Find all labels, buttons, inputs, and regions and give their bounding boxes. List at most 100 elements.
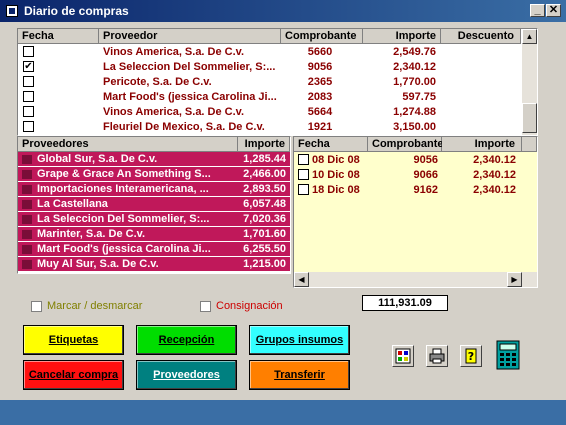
detail-importe: 2,340.12 (473, 184, 516, 196)
row-comprobante: 9056 (307, 61, 333, 73)
marcar-label[interactable]: Marcar / desmarcar (47, 300, 142, 312)
supplier-name: La Seleccion Del Sommelier, S:... (37, 213, 210, 225)
supplier-marker (22, 185, 32, 194)
supplier-importe: 6,057.48 (243, 198, 286, 210)
detail-checkbox[interactable] (298, 169, 309, 180)
row-proveedor: Pericote, S.a. De C.v. (103, 76, 212, 88)
supplier-row[interactable]: La Seleccion Del Sommelier, S:... 7,020.3… (18, 212, 290, 227)
col-proveedores-header[interactable]: Proveedores (18, 137, 238, 152)
detail-comprobante: 9162 (413, 184, 438, 196)
detail-fecha: 08 Dic 08 (312, 154, 360, 166)
detail-importe: 2,340.12 (473, 169, 516, 181)
marcar-checkbox[interactable] (31, 301, 42, 312)
etiquetas-button[interactable]: Etiquetas (23, 325, 124, 355)
row-comprobante: 5664 (307, 106, 333, 118)
row-importe: 2,549.76 (393, 46, 436, 58)
row-checkbox[interactable] (23, 91, 34, 102)
row-checkbox[interactable] (23, 121, 34, 132)
row-comprobante: 1921 (307, 121, 333, 133)
purchases-table: Fecha Proveedor Comprobante Importe Desc… (17, 28, 538, 136)
supplier-marker (22, 260, 32, 269)
row-proveedor: Vinos America, S.a. De C.v. (103, 106, 245, 118)
row-comprobante: 2365 (307, 76, 333, 88)
supplier-marker (22, 155, 32, 164)
detail-checkbox[interactable] (298, 184, 309, 195)
svg-text:?: ? (468, 350, 474, 363)
report-icon[interactable] (392, 345, 414, 367)
app-icon (6, 5, 18, 17)
recepcion-button[interactable]: Recepción (136, 325, 237, 355)
supplier-row[interactable]: Importaciones Interamericana, ... 2,893.5… (18, 182, 290, 197)
table-row[interactable]: Vinos America, S.a. De C.v. 5664 1,274.88 (18, 104, 537, 120)
scroll-up-icon[interactable]: ▲ (522, 29, 537, 44)
table-row[interactable]: Mart Food's (jessica Carolina Ji... 2083 5… (18, 89, 537, 105)
cancelar-compra-button[interactable]: Cancelar compra (23, 360, 124, 390)
col-detail-filler (522, 137, 537, 152)
printer-icon[interactable] (426, 345, 448, 367)
detail-importe: 2,340.12 (473, 154, 516, 166)
col-comprobante-header[interactable]: Comprobante (281, 29, 363, 44)
help-icon[interactable]: ? (460, 345, 482, 367)
row-comprobante: 2083 (307, 91, 333, 103)
detail-row[interactable]: 18 Dic 08 9162 2,340.12 (294, 182, 537, 198)
supplier-importe: 1,215.00 (243, 258, 286, 270)
window-title: Diario de compras (24, 4, 129, 18)
supplier-row[interactable]: Grape & Grace An Something S... 2,466.00 (18, 167, 290, 182)
detail-row[interactable]: 10 Dic 08 9066 2,340.12 (294, 167, 537, 183)
calculator-icon[interactable] (496, 340, 520, 370)
col-supplier-importe-header[interactable]: Importe (238, 137, 290, 152)
col-proveedor-header[interactable]: Proveedor (99, 29, 281, 44)
supplier-name: Muy Al Sur, S.a. De C.v. (37, 258, 159, 270)
supplier-row[interactable]: Muy Al Sur, S.a. De C.v. 1,215.00 (18, 257, 290, 272)
supplier-row[interactable]: Mart Food's (jessica Carolina Ji... 6,255… (18, 242, 290, 257)
col-fecha-header[interactable]: Fecha (18, 29, 99, 44)
row-proveedor: Fleuriel De Mexico, S.a. De C.v. (103, 121, 265, 133)
row-checkbox[interactable] (23, 106, 34, 117)
detail-row[interactable]: 08 Dic 08 9056 2,340.12 (294, 152, 537, 168)
detail-fecha: 10 Dic 08 (312, 169, 360, 181)
col-importe-header[interactable]: Importe (363, 29, 441, 44)
details-hscrollbar[interactable]: ◀ ▶ (294, 272, 537, 287)
supplier-name: Grape & Grace An Something S... (37, 168, 211, 180)
consignacion-checkbox[interactable] (200, 301, 211, 312)
supplier-name: Marinter, S.a. De C.v. (37, 228, 146, 240)
supplier-row[interactable]: La Castellana 6,057.48 (18, 197, 290, 212)
scroll-thumb[interactable] (522, 103, 537, 133)
row-importe: 597.75 (402, 91, 436, 103)
col-descuento-header[interactable]: Descuento (441, 29, 521, 44)
proveedores-button[interactable]: Proveedores (136, 360, 237, 390)
table-row[interactable]: ✔ La Seleccion Del Sommelier, S:... 9056 2,… (18, 59, 537, 75)
row-importe: 2,340.12 (393, 61, 436, 73)
supplier-row[interactable]: Global Sur, S.a. De C.v. 1,285.44 (18, 152, 290, 167)
scroll-left-icon[interactable]: ◀ (294, 272, 309, 287)
row-importe: 1,274.88 (393, 106, 436, 118)
supplier-importe: 1,701.60 (243, 228, 286, 240)
table-row[interactable]: Pericote, S.a. De C.v. 2365 1,770.00 (18, 74, 537, 90)
close-icon[interactable]: ✕ (546, 4, 561, 17)
grupos-insumos-button[interactable]: Grupos insumos (249, 325, 350, 355)
supplier-row[interactable]: Marinter, S.a. De C.v. 1,701.60 (18, 227, 290, 242)
scroll-right-icon[interactable]: ▶ (507, 272, 522, 287)
suppliers-table: Proveedores Importe Global Sur, S.a. De … (17, 136, 291, 274)
minimize-button[interactable]: _ (530, 4, 545, 17)
col-detail-comprobante-header[interactable]: Comprobante (368, 137, 444, 152)
total-amount: 111,931.09 (362, 295, 448, 311)
table-row[interactable]: Vinos America, S.a. De C.v. 5660 2,549.76 (18, 44, 537, 60)
transferir-button[interactable]: Transferir (249, 360, 350, 390)
supplier-name: Mart Food's (jessica Carolina Ji... (37, 243, 211, 255)
supplier-name: Global Sur, S.a. De C.v. (37, 153, 158, 165)
consignacion-label[interactable]: Consignación (216, 300, 283, 312)
supplier-importe: 2,466.00 (243, 168, 286, 180)
col-detail-fecha-header[interactable]: Fecha (294, 137, 368, 152)
row-checkbox[interactable] (23, 46, 34, 57)
purchases-scrollbar[interactable]: ▲ (522, 29, 537, 135)
col-detail-importe-header[interactable]: Importe (442, 137, 522, 152)
supplier-marker (22, 245, 32, 254)
row-comprobante: 5660 (307, 46, 333, 58)
row-checkbox[interactable] (23, 76, 34, 87)
detail-checkbox[interactable] (298, 154, 309, 165)
table-row[interactable]: Fleuriel De Mexico, S.a. De C.v. 1921 3,15… (18, 119, 537, 135)
supplier-marker (22, 200, 32, 209)
supplier-importe: 2,893.50 (243, 183, 286, 195)
row-checkbox[interactable]: ✔ (23, 61, 34, 72)
